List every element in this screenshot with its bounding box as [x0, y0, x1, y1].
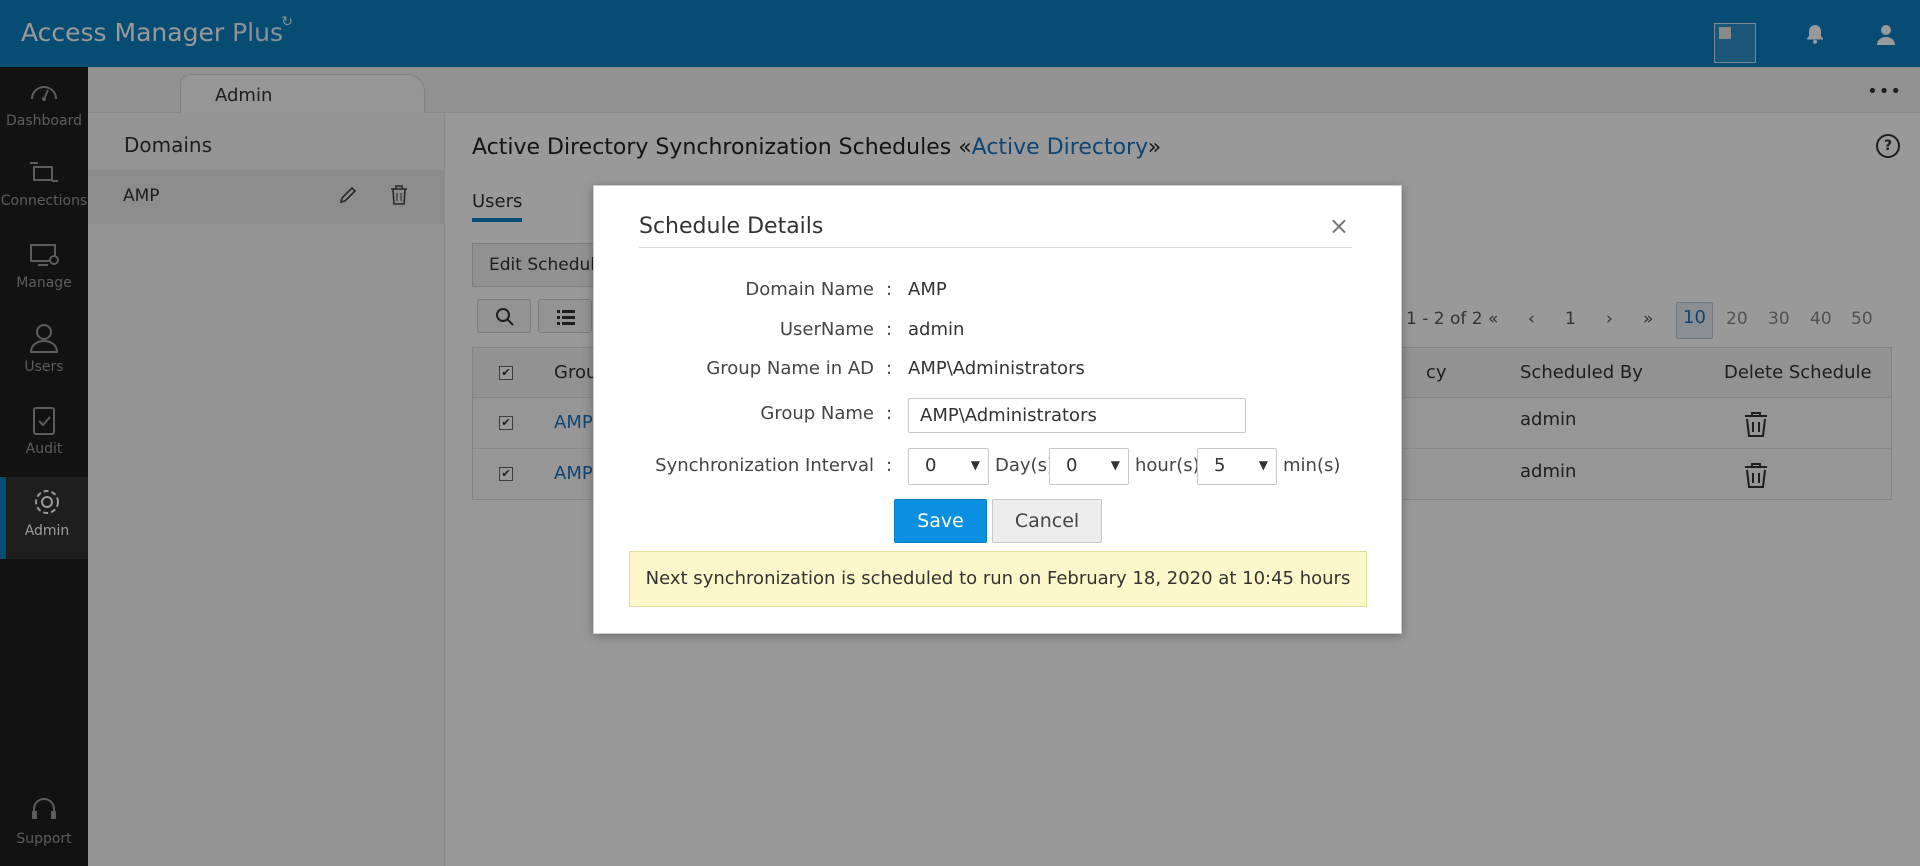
days-select[interactable]: 0 ▼ [908, 448, 989, 485]
separator: : [886, 319, 893, 340]
interval-label: Synchronization Interval [655, 455, 874, 476]
hours-unit: hour(s) [1135, 455, 1200, 476]
dialog-title: Schedule Details [639, 214, 824, 239]
domain-name-row: Domain Name : AMP [594, 279, 1403, 309]
dropdown-arrow-icon: ▼ [1258, 458, 1268, 472]
close-icon[interactable]: × [1329, 212, 1349, 240]
separator: : [886, 279, 893, 300]
save-button[interactable]: Save [894, 499, 987, 543]
username-label: UserName [779, 319, 874, 340]
hours-value: 0 [1066, 455, 1078, 476]
dialog-divider [639, 247, 1352, 248]
next-sync-notice: Next synchronization is scheduled to run… [629, 551, 1367, 607]
days-value: 0 [925, 455, 937, 476]
dropdown-arrow-icon: ▼ [1110, 458, 1120, 472]
hours-select[interactable]: 0 ▼ [1049, 448, 1129, 485]
minutes-unit: min(s) [1283, 455, 1341, 476]
group-ad-label: Group Name in AD [706, 358, 874, 379]
separator: : [886, 455, 893, 476]
domain-name-value: AMP [908, 279, 947, 300]
username-row: UserName : admin [594, 319, 1403, 349]
cancel-button[interactable]: Cancel [992, 499, 1102, 543]
group-name-input[interactable] [908, 398, 1246, 433]
schedule-details-dialog: Schedule Details × Domain Name : AMP Use… [593, 185, 1402, 634]
domain-name-label: Domain Name [745, 279, 874, 300]
days-unit: Day(s) [995, 455, 1054, 476]
separator: : [886, 403, 893, 424]
separator: : [886, 358, 893, 379]
minutes-select[interactable]: 5 ▼ [1197, 448, 1277, 485]
minutes-value: 5 [1214, 455, 1226, 476]
username-value: admin [908, 319, 965, 340]
group-ad-row: Group Name in AD : AMP\Administrators [594, 358, 1403, 388]
dropdown-arrow-icon: ▼ [970, 458, 980, 472]
group-name-label: Group Name [760, 403, 874, 424]
group-ad-value: AMP\Administrators [908, 358, 1085, 379]
